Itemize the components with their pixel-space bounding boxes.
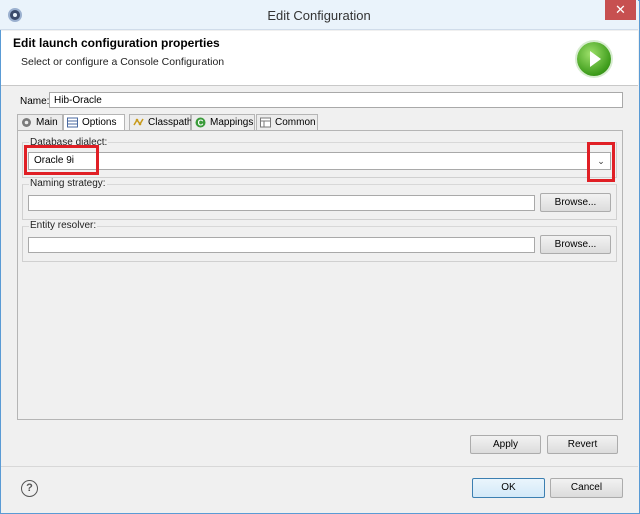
naming-browse-button[interactable]: Browse... [540,193,611,212]
dropdown-arrow-highlight [587,142,615,182]
title-bar[interactable]: Edit Configuration ✕ [0,0,638,30]
options-tab-icon [67,117,78,128]
svg-text:C: C [198,118,204,127]
ok-button[interactable]: OK [472,478,545,498]
footer-divider [1,466,638,467]
dialect-select[interactable]: Oracle 9i [28,152,611,170]
naming-label: Naming strategy: [29,178,107,189]
tab-common[interactable]: Common [256,114,318,130]
close-button[interactable]: ✕ [605,0,636,20]
header-subtitle: Select or configure a Console Configurat… [21,56,225,68]
tab-classpath[interactable]: Classpath [129,114,193,130]
revert-button[interactable]: Revert [547,435,618,454]
cancel-button[interactable]: Cancel [550,478,623,498]
tab-classpath-label: Classpath [148,117,193,128]
classpath-tab-icon [133,118,144,126]
tab-main-label: Main [36,117,58,128]
tab-options-label: Options [82,117,117,128]
common-tab-icon [260,117,271,128]
main-tab-icon [22,118,31,127]
resolver-label: Entity resolver: [29,220,98,231]
header-title: Edit launch configuration properties [13,36,220,50]
tab-mappings-label: Mappings [210,117,254,128]
tab-mappings[interactable]: C Mappings [191,114,255,130]
name-input[interactable] [49,92,623,108]
name-label: Name: [20,96,50,107]
tab-main[interactable]: Main [17,114,63,130]
resolver-browse-button[interactable]: Browse... [540,235,611,254]
entity-resolver-input[interactable] [28,237,535,253]
run-icon [577,42,611,76]
tab-common-label: Common [275,117,316,128]
naming-strategy-input[interactable] [28,195,535,211]
window-title: Edit Configuration [267,8,371,23]
dialog-header: Edit launch configuration properties Sel… [1,31,638,86]
mappings-tab-icon: C [195,117,206,128]
dialect-value-highlight [24,145,99,175]
apply-button[interactable]: Apply [470,435,541,454]
help-icon[interactable]: ? [21,480,38,497]
tab-options[interactable]: Options [63,114,125,131]
